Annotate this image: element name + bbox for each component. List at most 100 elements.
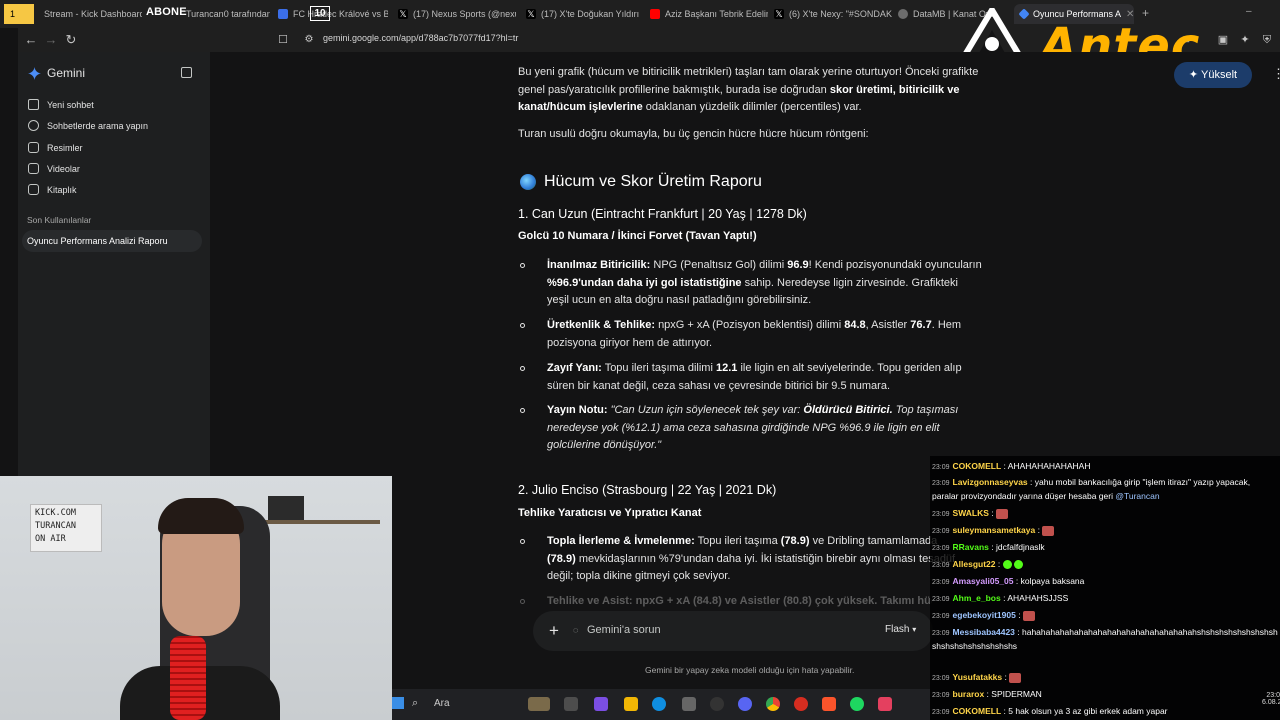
- tab-fc-hradec[interactable]: FC Hradec Králové vs Bey: [272, 4, 388, 24]
- emote-icon: [1042, 525, 1055, 536]
- chat-message: 23:09 suleymansametkaya :: [932, 524, 1278, 538]
- microphone-icon: [170, 636, 206, 720]
- task-view-icon[interactable]: [564, 697, 578, 711]
- tab-aziz-baskani[interactable]: Aziz Başkanı Tebrik Edelin: [644, 4, 768, 24]
- chevron-down-icon: ▾: [912, 625, 917, 634]
- search-icon: [28, 120, 39, 131]
- emote-icon: [1002, 560, 1012, 570]
- chat-message: 23:09 COKOMELL : 5 hak olsun ya 3 az gibi…: [932, 706, 1168, 716]
- recent-section-title: Son Kullanılanlar: [27, 215, 92, 225]
- emote-icon: [1014, 560, 1023, 570]
- app-name: Gemini: [47, 66, 86, 80]
- obs-icon[interactable]: [710, 697, 724, 711]
- wall-shelf: [250, 520, 380, 524]
- spotify-icon[interactable]: [850, 697, 864, 711]
- player2-role: Tehlike Yaratıcısı ve Yıpratıcı Kanat: [518, 507, 702, 519]
- sidebar-item-new-chat[interactable]: Yeni sohbet: [28, 99, 94, 110]
- globe-icon: [520, 174, 536, 190]
- sidebar-item-library[interactable]: Kitaplık: [28, 184, 77, 195]
- sidebar-item-images[interactable]: Resimler: [28, 142, 83, 153]
- chat-message: 23:09 Amasyali05_05 : kolpaya baksana: [932, 576, 1085, 586]
- sidepanel-icon[interactable]: ▣: [1214, 31, 1232, 49]
- shield-icon[interactable]: ⛨: [1258, 31, 1276, 49]
- upgrade-button[interactable]: ✦ Yükselt: [1174, 62, 1252, 88]
- gemini-logo-icon: [28, 66, 41, 80]
- bullet-icon: [520, 408, 525, 413]
- chat-message: 23:09 RRavans : jdcfalfdjnaslk: [932, 542, 1045, 552]
- gemini-sidebar: Gemini Yeni sohbet Sohbetlerde arama yap…: [18, 52, 210, 476]
- p1-bullet-weakness: Zayıf Yanı: Topu ileri taşıma dilimi 12.…: [547, 362, 962, 392]
- more-options-icon[interactable]: ⋮: [1272, 66, 1280, 82]
- chat-message: 23:09 Allesgut22 :: [932, 558, 1278, 572]
- recent-chat-item[interactable]: Oyuncu Performans Analizi Raporu: [22, 230, 202, 252]
- model-selector[interactable]: Flash ▾: [885, 624, 916, 635]
- person-hair: [158, 498, 244, 534]
- edit-icon: [28, 99, 39, 110]
- stream-chat-overlay: 23:09 COKOMELL : AHAHAHAHAHAHAH 23:09 Lavi…: [930, 456, 1280, 720]
- edge-icon[interactable]: [652, 697, 666, 711]
- copilot-icon[interactable]: [594, 697, 608, 711]
- on-air-sign: KICK.COM TURANCAN ON AIR: [30, 504, 102, 552]
- app-brand[interactable]: Gemini: [28, 66, 85, 80]
- library-icon: [28, 184, 39, 195]
- address-bar[interactable]: gemini.google.com/app/d788ac7b7077fd17?h…: [323, 33, 518, 43]
- video-icon: [28, 163, 39, 174]
- chat-message: 23:09 SWALKS :: [932, 507, 1278, 521]
- emote-icon: [996, 508, 1008, 519]
- reload-icon[interactable]: ↻: [62, 31, 80, 49]
- chat-message: 23:09 Lavizgonnaseyvas : yahu mobil banka…: [932, 477, 1251, 501]
- windows-start-icon[interactable]: [392, 697, 404, 709]
- taskbar-search[interactable]: Ara: [434, 698, 450, 709]
- discord-icon[interactable]: [738, 697, 752, 711]
- sparkle-icon[interactable]: ✦: [1236, 31, 1254, 49]
- tab-nexus-sports[interactable]: 𝕏 (17) Nexus Sports (@nexu: [392, 4, 516, 24]
- add-attachment-icon[interactable]: +: [549, 621, 559, 641]
- x-logo-icon: 𝕏: [774, 9, 784, 19]
- fc-logo-icon: [278, 9, 288, 19]
- image-icon: [28, 142, 39, 153]
- subscribe-overlay: ABONE: [146, 6, 187, 18]
- shelf-item: [268, 496, 304, 520]
- tools-icon[interactable]: ◌: [573, 625, 578, 635]
- p1-bullet-broadcast-note: Yayın Notu: "Can Uzun için söylenecek te…: [547, 404, 959, 451]
- prompt-input[interactable]: Gemini'a sorun: [587, 624, 661, 636]
- x-logo-icon: 𝕏: [398, 9, 408, 19]
- youtube-icon: [650, 9, 660, 19]
- bookmark-icon[interactable]: ☐: [274, 31, 292, 49]
- chat-message: 23:09 Ahm_e_bos : AHAHAHSJJSS: [932, 593, 1069, 603]
- sidebar-item-videos[interactable]: Videolar: [28, 163, 80, 174]
- emote-icon: [1009, 672, 1022, 683]
- back-icon[interactable]: ←: [22, 31, 40, 49]
- sidebar-item-search[interactable]: Sohbetlerde arama yapın: [28, 120, 148, 131]
- app-pink-icon[interactable]: [878, 697, 892, 711]
- tab-turancan[interactable]: Turancan0 tarafından: [180, 4, 270, 24]
- bullet-icon: [520, 539, 525, 544]
- datamb-icon: [898, 9, 908, 19]
- file-explorer-icon[interactable]: [624, 697, 638, 711]
- chat-message: 23:09 COKOMELL : AHAHAHAHAHAHAH: [932, 461, 1091, 471]
- app-red-icon[interactable]: [794, 697, 808, 711]
- tab-dogukan[interactable]: 𝕏 (17) X'te Doğukan Yıldırı: [520, 4, 644, 24]
- site-info-icon[interactable]: ⚙: [300, 31, 318, 49]
- p2-bullet-progression: Topla İlerleme & İvmelenme: Topu ileri t…: [547, 535, 956, 582]
- emote-icon: [1022, 610, 1035, 621]
- x-logo-icon: 𝕏: [526, 9, 536, 19]
- capcut-icon[interactable]: [682, 697, 696, 711]
- intro-line: Turan usulü doğru okumayla, bu üç gencin…: [518, 128, 869, 140]
- tab-1[interactable]: 1: [4, 4, 34, 24]
- section-heading: Hücum ve Skor Üretim Raporu: [520, 173, 762, 191]
- minimize-icon[interactable]: –: [1246, 6, 1252, 17]
- p2-bullet-threat: Tehlike ve Asist: npxG + xA (84.8) ve As…: [547, 595, 932, 607]
- forward-icon[interactable]: →: [42, 31, 60, 49]
- chat-message: 23:09 egebekoyit1905 :: [932, 609, 1278, 623]
- taskbar-clock: 23:0 6.08.20: [1262, 692, 1280, 706]
- collapse-sidebar-icon[interactable]: [181, 67, 192, 78]
- chat-message: 23:09 Yusufatakks :: [932, 671, 1278, 685]
- brave-icon[interactable]: [822, 697, 836, 711]
- disclaimer: Gemini bir yapay zeka modeli olduğu için…: [645, 665, 855, 675]
- chrome-icon[interactable]: [766, 697, 780, 711]
- bullet-icon: [520, 366, 525, 371]
- tab-kick-dashboard[interactable]: Stream - Kick Dashboard: [38, 4, 142, 24]
- tab-nexy[interactable]: 𝕏 (6) X'te Nexy: "#SONDAK: [768, 4, 892, 24]
- taskbar-search-icon[interactable]: ⌕: [412, 697, 418, 710]
